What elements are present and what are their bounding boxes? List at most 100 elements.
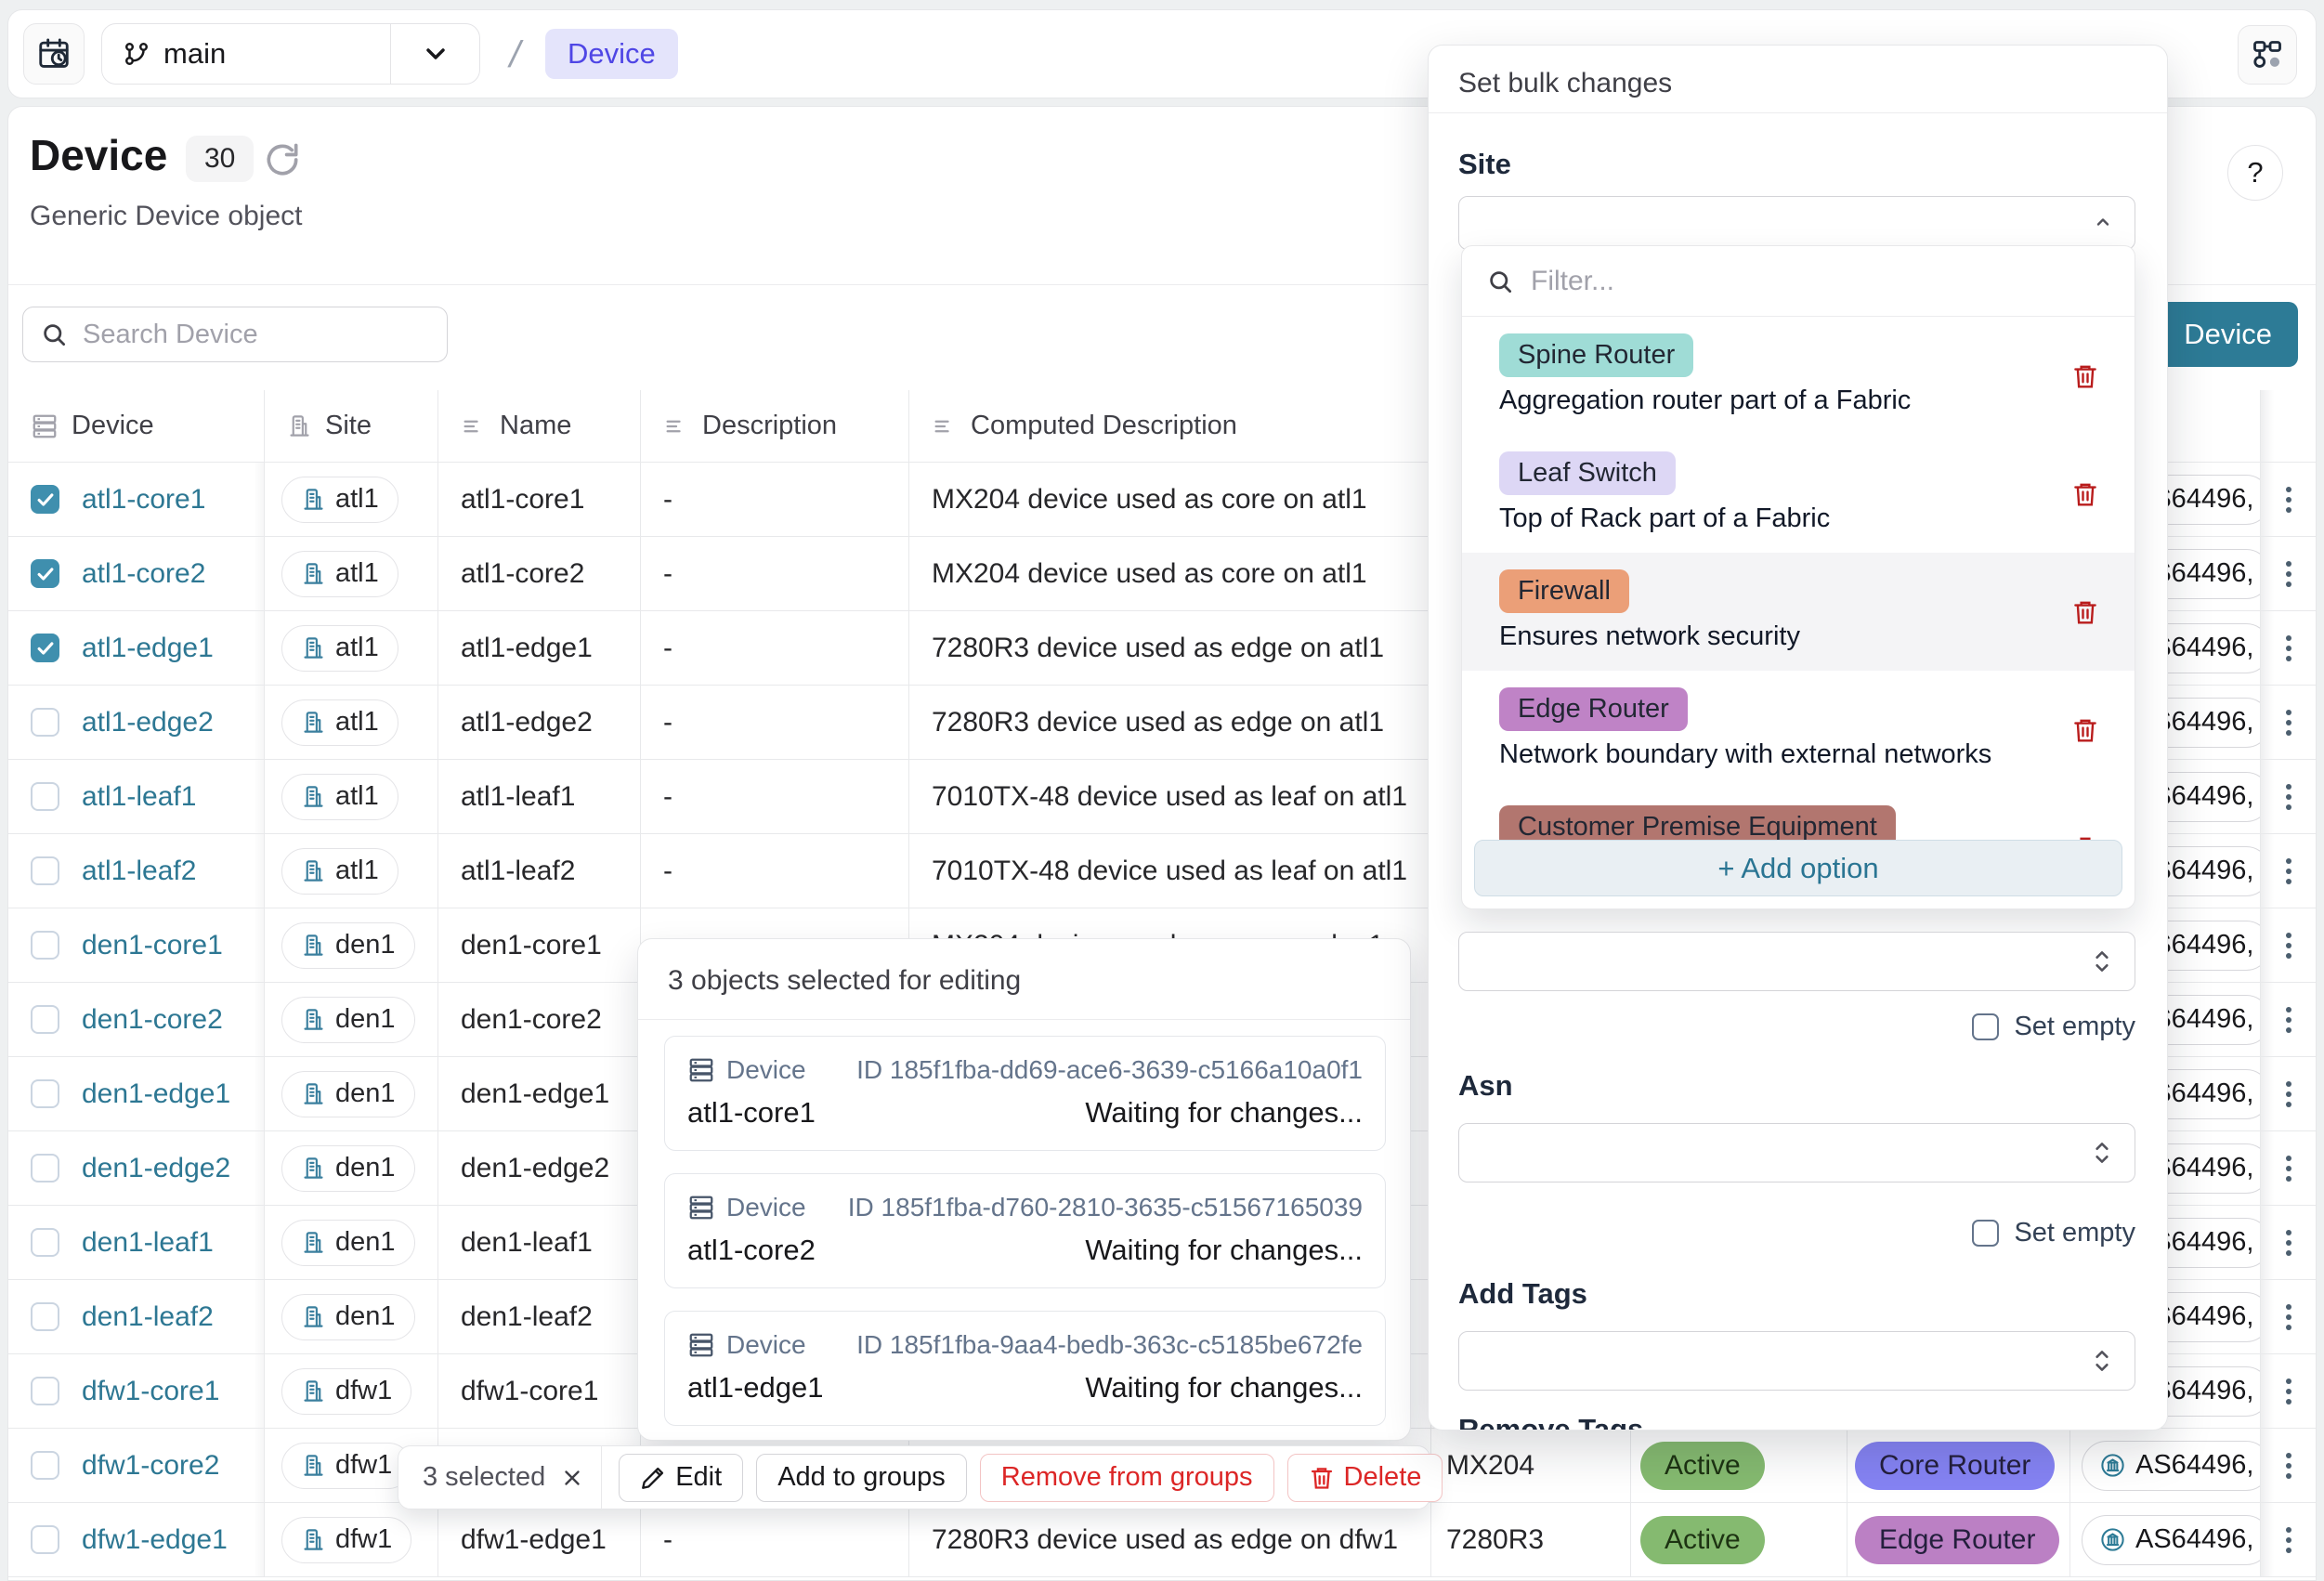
name-cell: den1-core1 [438, 908, 641, 982]
row-checkbox[interactable] [31, 1228, 59, 1257]
device-link[interactable]: atl1-edge1 [82, 633, 214, 664]
server-icon [687, 1056, 715, 1084]
row-actions-menu[interactable] [2261, 908, 2316, 982]
row-actions-menu[interactable] [2261, 611, 2316, 685]
device-link[interactable]: den1-edge2 [82, 1153, 230, 1184]
edit-button[interactable]: Edit [619, 1454, 743, 1502]
row-checkbox[interactable] [31, 1154, 59, 1182]
device-link[interactable]: atl1-core2 [82, 558, 205, 590]
column-header-site[interactable]: Site [265, 390, 438, 462]
delete-option-icon[interactable] [2071, 480, 2099, 508]
column-header-name[interactable]: Name [438, 390, 641, 462]
delete-option-icon[interactable] [2071, 598, 2099, 626]
row-checkbox[interactable] [31, 708, 59, 737]
row-checkbox[interactable] [31, 1377, 59, 1405]
set-empty-checkbox[interactable] [1972, 1220, 1999, 1247]
add-to-groups-button[interactable]: Add to groups [756, 1454, 967, 1502]
add-tags-select[interactable] [1458, 1331, 2135, 1391]
computed-cell: 7280R3 device used as edge on atl1 [909, 686, 1431, 759]
site-option-spine-router[interactable]: Spine RouterAggregation router part of a… [1462, 317, 2135, 435]
site-select[interactable] [1458, 196, 2135, 250]
delete-option-icon[interactable] [2071, 362, 2099, 390]
column-header-computed-description[interactable]: Computed Description [909, 390, 1431, 462]
site-option-leaf-switch[interactable]: Leaf SwitchTop of Rack part of a Fabric [1462, 435, 2135, 553]
add-option-button[interactable]: + Add option [1474, 840, 2122, 896]
row-checkbox[interactable] [31, 856, 59, 885]
device-link[interactable]: atl1-leaf2 [82, 856, 196, 887]
row-checkbox[interactable] [31, 1451, 59, 1480]
kebab-menu-icon [2286, 858, 2291, 884]
object-name: atl1-edge1 [687, 1371, 824, 1405]
device-link[interactable]: dfw1-edge1 [82, 1524, 228, 1556]
device-link[interactable]: atl1-core1 [82, 484, 205, 516]
device-cell: den1-edge2 [8, 1131, 265, 1205]
clear-selection-icon[interactable] [560, 1466, 584, 1490]
device-link[interactable]: dfw1-core2 [82, 1450, 219, 1482]
device-link[interactable]: dfw1-core1 [82, 1376, 219, 1407]
device-link[interactable]: atl1-edge2 [82, 707, 214, 738]
row-actions-menu[interactable] [2261, 834, 2316, 908]
device-link[interactable]: den1-leaf1 [82, 1227, 214, 1259]
column-header-device[interactable]: Device [8, 390, 265, 462]
schema-button[interactable] [2238, 25, 2297, 85]
row-actions-menu[interactable] [2261, 1280, 2316, 1353]
device-link[interactable]: den1-core2 [82, 1004, 223, 1036]
object-name: atl1-core2 [687, 1234, 816, 1267]
row-checkbox[interactable] [31, 634, 59, 662]
row-checkbox[interactable] [31, 782, 59, 811]
row-actions-menu[interactable] [2261, 760, 2316, 833]
row-actions-menu[interactable] [2261, 1503, 2316, 1576]
row-actions-menu[interactable] [2261, 1131, 2316, 1205]
device-link[interactable]: atl1-leaf1 [82, 781, 196, 813]
row-checkbox[interactable] [31, 1525, 59, 1554]
row-actions-menu[interactable] [2261, 1429, 2316, 1502]
row-actions-menu[interactable] [2261, 1057, 2316, 1130]
row-checkbox[interactable] [31, 1302, 59, 1331]
delete-button[interactable]: Delete [1287, 1454, 1443, 1502]
option-description: Aggregation router part of a Fabric [1499, 385, 2051, 416]
asn-select[interactable] [1458, 1123, 2135, 1182]
column-header-description[interactable]: Description [641, 390, 909, 462]
row-checkbox[interactable] [31, 485, 59, 514]
row-actions-menu[interactable] [2261, 537, 2316, 610]
row-actions-menu[interactable] [2261, 1206, 2316, 1279]
object-id: ID 185f1fba-d760-2810-3635-c51567165039 [848, 1193, 1363, 1222]
row-actions-menu[interactable] [2261, 1354, 2316, 1428]
site-option-core-router[interactable]: Core Router [1462, 907, 2135, 909]
device-link[interactable]: den1-core1 [82, 930, 223, 961]
device-link[interactable]: den1-edge1 [82, 1078, 230, 1110]
asn-cell: AS64496, [2070, 1503, 2261, 1576]
refresh-button[interactable] [262, 139, 303, 180]
row-checkbox[interactable] [31, 1005, 59, 1034]
row-checkbox[interactable] [31, 1079, 59, 1108]
row-checkbox[interactable] [31, 931, 59, 960]
breadcrumb[interactable]: Device [545, 29, 678, 79]
date-time-picker-button[interactable] [23, 23, 85, 85]
object-kind-label: Device [726, 1055, 806, 1085]
row-checkbox[interactable] [31, 559, 59, 588]
site-cell: atl1 [265, 760, 438, 833]
hidden-field-select[interactable] [1458, 932, 2135, 991]
name-cell: atl1-leaf2 [438, 834, 641, 908]
row-actions-menu[interactable] [2261, 686, 2316, 759]
bank-icon [2099, 1452, 2126, 1479]
device-link[interactable]: den1-leaf2 [82, 1301, 214, 1333]
delete-option-icon[interactable] [2071, 716, 2099, 744]
row-actions-menu[interactable] [2261, 463, 2316, 536]
search-device-box[interactable] [22, 307, 448, 362]
site-option-edge-router[interactable]: Edge RouterNetwork boundary with externa… [1462, 671, 2135, 789]
help-button[interactable]: ? [2227, 145, 2283, 201]
site-badge: atl1 [281, 477, 398, 523]
search-input[interactable] [83, 320, 430, 350]
set-empty-checkbox[interactable] [1972, 1013, 1999, 1040]
branch-selector[interactable]: main [101, 23, 480, 85]
site-option-firewall[interactable]: FirewallEnsures network security [1462, 553, 2135, 671]
device-cell: den1-leaf2 [8, 1280, 265, 1353]
dropdown-filter-input[interactable] [1531, 266, 2110, 297]
dropdown-filter-row[interactable] [1462, 246, 2135, 317]
branch-dropdown-toggle[interactable] [390, 24, 479, 84]
row-actions-menu[interactable] [2261, 983, 2316, 1056]
remove-from-groups-button[interactable]: Remove from groups [980, 1454, 1274, 1502]
bulk-panel-title: Set bulk changes [1458, 68, 1672, 99]
selected-object-card: DeviceID 185f1fba-9aa4-bedb-363c-c5185be… [664, 1311, 1386, 1426]
